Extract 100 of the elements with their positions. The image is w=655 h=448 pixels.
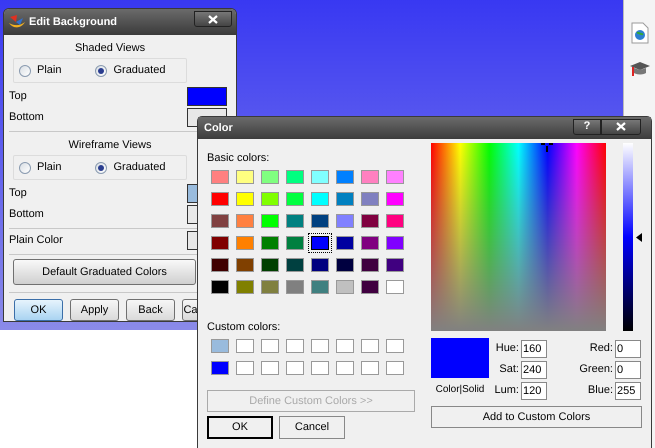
field-label: Hue:	[496, 341, 519, 356]
color-swatch[interactable]	[311, 170, 329, 184]
color-swatch[interactable]	[286, 236, 304, 250]
color-swatch[interactable]	[311, 258, 329, 272]
close-button[interactable]	[601, 118, 641, 134]
number-field[interactable]: 240	[521, 360, 547, 378]
help-button[interactable]: ?	[573, 118, 601, 134]
color-swatch[interactable]	[361, 214, 379, 228]
dialog-button[interactable]: Back	[126, 299, 175, 321]
luminance-slider[interactable]	[623, 143, 643, 331]
color-swatch[interactable]	[286, 170, 304, 184]
color-swatch[interactable]	[211, 214, 229, 228]
dialog-button[interactable]: Ca	[182, 299, 198, 321]
radio-option[interactable]: Graduated	[95, 62, 166, 79]
close-button[interactable]	[194, 11, 232, 27]
number-field[interactable]: 255	[615, 382, 641, 400]
color-swatch[interactable]	[386, 170, 404, 184]
color-swatch[interactable]	[261, 258, 279, 272]
color-swatch[interactable]	[211, 192, 229, 206]
custom-color-swatch[interactable]	[336, 361, 354, 375]
radio-button[interactable]	[19, 162, 31, 174]
number-field[interactable]: 0	[615, 340, 641, 358]
number-field[interactable]: 0	[615, 360, 641, 378]
color-swatch[interactable]	[236, 192, 254, 206]
radio-button[interactable]	[95, 162, 108, 174]
radio-option[interactable]: Graduated	[95, 159, 166, 176]
add-to-custom-colors-button[interactable]: Add to Custom Colors	[431, 406, 642, 428]
custom-color-swatch[interactable]	[311, 361, 329, 375]
color-swatch[interactable]	[261, 280, 279, 294]
custom-color-swatch[interactable]	[361, 361, 379, 375]
color-swatch[interactable]	[336, 280, 354, 294]
color-swatch[interactable]	[386, 214, 404, 228]
color-swatch[interactable]	[336, 258, 354, 272]
color-swatch[interactable]	[261, 192, 279, 206]
color-swatch[interactable]	[336, 192, 354, 206]
color-swatch[interactable]	[236, 258, 254, 272]
color-swatch[interactable]	[261, 236, 279, 250]
field-label: Green:	[579, 362, 613, 378]
color-swatch[interactable]	[361, 236, 379, 250]
color-swatch[interactable]	[361, 192, 379, 206]
custom-color-swatch[interactable]	[261, 339, 279, 353]
custom-color-swatch[interactable]	[211, 361, 229, 375]
dialog-button[interactable]: OK	[14, 299, 63, 321]
radio-option[interactable]: Plain	[19, 159, 62, 176]
web-page-icon[interactable]	[630, 22, 648, 44]
color-swatch[interactable]	[336, 170, 354, 184]
custom-color-swatch[interactable]	[311, 339, 329, 353]
custom-color-swatch[interactable]	[361, 339, 379, 353]
color-swatch[interactable]	[211, 280, 229, 294]
color-swatch[interactable]	[336, 236, 354, 250]
cancel-button[interactable]: Cancel	[279, 416, 345, 439]
color-swatch[interactable]	[286, 258, 304, 272]
color-swatch[interactable]	[211, 258, 229, 272]
radio-option[interactable]: Plain	[19, 62, 62, 79]
color-swatch[interactable]	[311, 214, 329, 228]
ok-button[interactable]: OK	[207, 416, 273, 439]
field-label: Lum:	[494, 383, 519, 398]
color-swatch[interactable]	[386, 280, 404, 294]
slider-arrow-icon[interactable]	[636, 233, 642, 242]
color-swatch[interactable]	[386, 192, 404, 206]
color-swatch[interactable]	[386, 258, 404, 272]
color-swatch[interactable]	[236, 280, 254, 294]
dialog-title: Color	[204, 120, 233, 136]
color-swatch[interactable]	[336, 214, 354, 228]
custom-color-swatch[interactable]	[336, 339, 354, 353]
color-swatch[interactable]	[311, 280, 329, 294]
close-icon	[616, 122, 626, 131]
custom-color-swatch[interactable]	[236, 339, 254, 353]
color-swatch[interactable]	[311, 236, 329, 250]
color-swatch[interactable]	[286, 192, 304, 206]
color-swatch[interactable]	[311, 192, 329, 206]
custom-color-swatch[interactable]	[211, 339, 229, 353]
color-swatch[interactable]	[236, 236, 254, 250]
color-swatch[interactable]	[236, 214, 254, 228]
basic-colors-label: Basic colors:	[207, 151, 270, 165]
color-swatch[interactable]	[361, 258, 379, 272]
color-swatch[interactable]	[187, 87, 227, 106]
dialog-button[interactable]: Apply	[70, 299, 119, 321]
color-swatch[interactable]	[386, 236, 404, 250]
number-field[interactable]: 120	[521, 382, 547, 400]
color-swatch[interactable]	[361, 280, 379, 294]
color-swatch[interactable]	[286, 280, 304, 294]
color-spectrum[interactable]	[431, 143, 606, 331]
color-swatch[interactable]	[261, 170, 279, 184]
custom-color-swatch[interactable]	[261, 361, 279, 375]
color-swatch[interactable]	[286, 214, 304, 228]
number-field[interactable]: 160	[521, 340, 547, 358]
radio-button[interactable]	[19, 64, 31, 76]
custom-color-swatch[interactable]	[286, 361, 304, 375]
custom-color-swatch[interactable]	[386, 339, 404, 353]
radio-button[interactable]	[95, 64, 108, 76]
custom-color-swatch[interactable]	[236, 361, 254, 375]
custom-color-swatch[interactable]	[386, 361, 404, 375]
color-swatch[interactable]	[211, 236, 229, 250]
color-swatch[interactable]	[236, 170, 254, 184]
color-swatch[interactable]	[361, 170, 379, 184]
color-swatch[interactable]	[261, 214, 279, 228]
default-colors-button[interactable]: Default Graduated Colors	[13, 259, 196, 285]
custom-color-swatch[interactable]	[286, 339, 304, 353]
color-swatch[interactable]	[211, 170, 229, 184]
